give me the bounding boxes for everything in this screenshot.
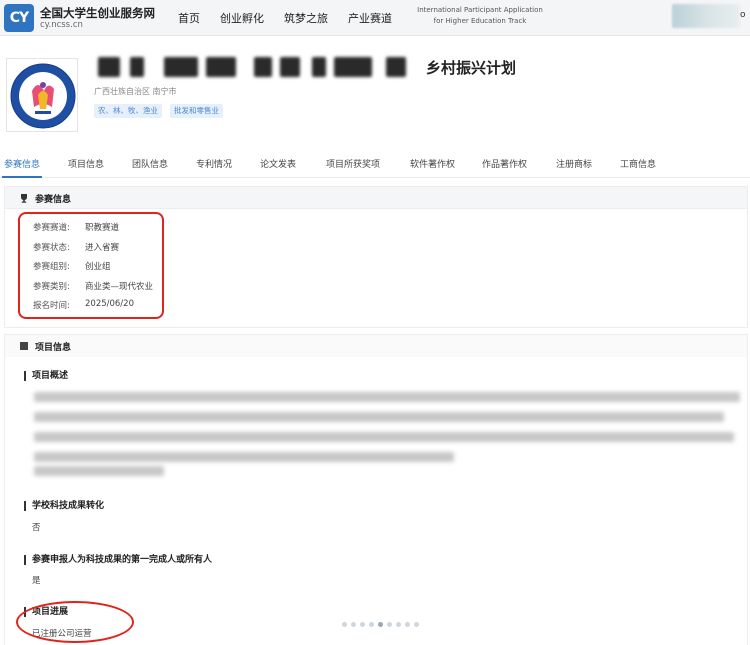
participation-section-header: 参赛信息 (5, 187, 747, 209)
document-icon (19, 341, 29, 354)
project-info-section: 项目信息 (4, 334, 748, 645)
annotation-highlight-box (18, 212, 164, 319)
tab-work-copyright[interactable]: 作品著作权 (482, 157, 527, 170)
user-mark: o (740, 10, 746, 20)
project-info-heading: 项目信息 (35, 343, 72, 353)
tab-papers[interactable]: 论文发表 (260, 157, 296, 170)
tech-transfer-label: 学校科技成果转化 (24, 501, 104, 511)
pagination-dot[interactable] (414, 622, 419, 627)
pagination-dots (340, 620, 421, 630)
pagination-dot[interactable] (342, 622, 347, 627)
active-tab-indicator (2, 176, 42, 178)
user-avatar-blurred[interactable] (672, 4, 740, 28)
intl-link-line2: for Higher Education Track (433, 17, 527, 25)
tab-trademarks[interactable]: 注册商标 (556, 157, 592, 170)
pagination-dot[interactable] (378, 622, 383, 627)
emblem-graphic (10, 63, 76, 129)
nav-industry-track[interactable]: 产业赛道 (348, 10, 392, 26)
top-navigation-bar: CY 全国大学生创业服务网 cy.ncss.cn 首页 创业孵化 筑梦之旅 产业… (0, 0, 750, 36)
intl-link-line1: International Participant Application (417, 6, 543, 14)
pagination-dot[interactable] (396, 622, 401, 627)
tab-team-info[interactable]: 团队信息 (132, 157, 168, 170)
site-domain: cy.ncss.cn (40, 20, 83, 30)
project-region: 广西壮族自治区 南宁市 (94, 87, 177, 96)
tab-patents[interactable]: 专利情况 (196, 157, 232, 170)
pagination-dot[interactable] (351, 622, 356, 627)
nav-dream-journey[interactable]: 筑梦之旅 (284, 10, 328, 26)
site-name[interactable]: 全国大学生创业服务网 (40, 5, 155, 21)
nav-incubation[interactable]: 创业孵化 (220, 10, 264, 26)
pagination-dot[interactable] (405, 622, 410, 627)
participation-heading: 参赛信息 (35, 195, 72, 205)
project-title-blurred (94, 57, 420, 79)
tab-awards[interactable]: 项目所获奖项 (326, 157, 380, 170)
international-application-link[interactable]: International Participant Application fo… (410, 5, 550, 27)
pagination-dot[interactable] (360, 622, 365, 627)
nav-home[interactable]: 首页 (178, 10, 200, 26)
pagination-dot[interactable] (387, 622, 392, 627)
annotation-highlight-ellipse (16, 601, 134, 643)
tab-software-copyright[interactable]: 软件著作权 (410, 157, 455, 170)
tab-project-info[interactable]: 项目信息 (68, 157, 104, 170)
industry-tag: 农、林、牧、渔业 (94, 104, 162, 118)
overview-label: 项目概述 (24, 371, 68, 381)
project-info-section-header: 项目信息 (5, 335, 747, 357)
applicant-owner-value: 是 (32, 576, 41, 586)
tech-transfer-value: 否 (32, 523, 41, 533)
project-tabs: 参赛信息 项目信息 团队信息 专利情况 论文发表 项目所获奖项 软件著作权 作品… (0, 150, 750, 178)
industry-tag: 批发和零售业 (170, 104, 223, 118)
pagination-dot[interactable] (369, 622, 374, 627)
trophy-icon (19, 193, 29, 206)
applicant-owner-label: 参赛申报人为科技成果的第一完成人或所有人 (24, 555, 212, 565)
project-title: 乡村振兴计划 (426, 59, 517, 77)
project-emblem (6, 58, 78, 132)
tab-business-info[interactable]: 工商信息 (620, 157, 656, 170)
site-logo[interactable]: CY (4, 4, 34, 32)
tab-participation[interactable]: 参赛信息 (4, 157, 40, 170)
